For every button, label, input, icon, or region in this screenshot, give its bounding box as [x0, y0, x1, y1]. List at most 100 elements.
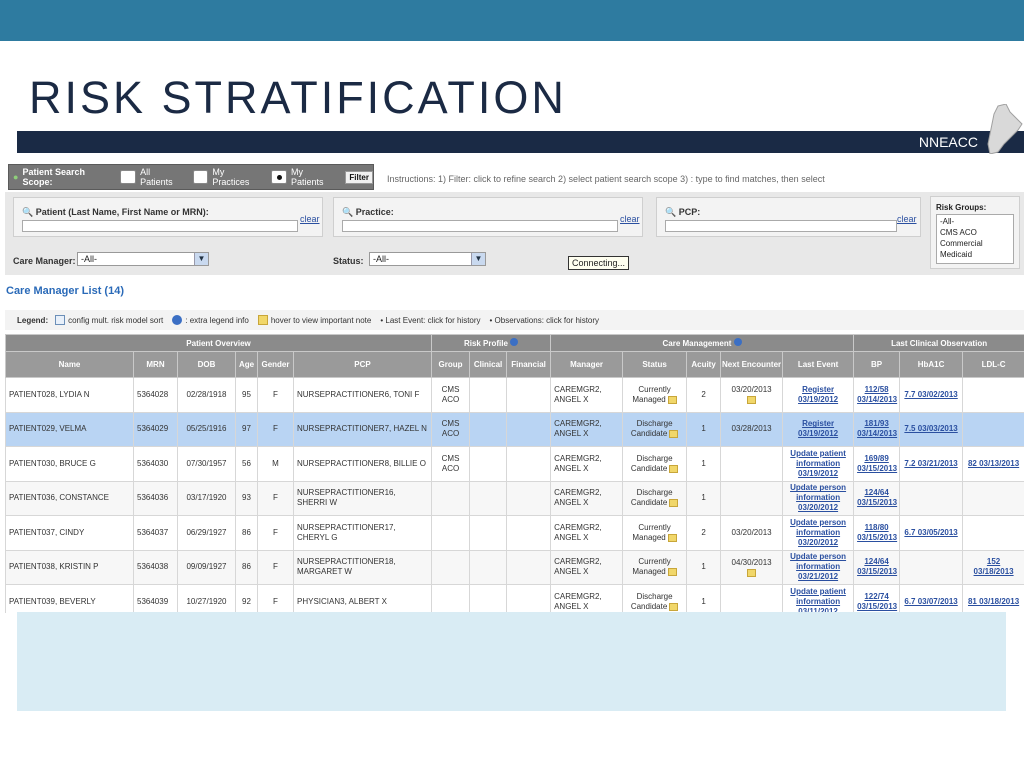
cell-bp-text[interactable]: 124/64 03/15/2013	[857, 488, 897, 507]
cell-event[interactable]: Update patient information 03/11/2012	[782, 584, 855, 613]
cell-bp-text[interactable]: 169/89 03/15/2013	[857, 454, 897, 473]
radio-all-patients[interactable]	[120, 170, 137, 184]
note-icon[interactable]	[669, 464, 679, 473]
status-select[interactable]: -All- ▼	[369, 252, 486, 266]
cell-event-text[interactable]: Register 03/19/2012	[798, 385, 838, 404]
table-row[interactable]: PATIENT037, CINDY 5364037 06/29/1927 86 F NUR…	[5, 515, 1024, 551]
cell-ldl[interactable]: 82 03/13/2013	[962, 446, 1024, 482]
cell-event[interactable]: Update person information 03/21/2012	[782, 549, 855, 585]
column-header[interactable]: Status	[622, 351, 688, 378]
risk-group-option[interactable]: Medicaid	[940, 249, 1010, 260]
pcp-search-input[interactable]	[665, 220, 897, 232]
note-icon[interactable]	[667, 533, 677, 542]
table-row[interactable]: PATIENT029, VELMA 5364029 05/25/1916 97 F NUR…	[5, 411, 1024, 447]
cell-hba1c[interactable]	[899, 480, 964, 516]
column-header[interactable]: Next Encounter	[720, 351, 784, 378]
cell-event-text[interactable]: Update patient information 03/11/2012	[790, 587, 846, 613]
cell-bp[interactable]: 181/93 03/14/2013	[853, 411, 901, 447]
cell-event[interactable]: Register 03/19/2012	[782, 377, 855, 413]
cell-hba1c[interactable]	[899, 549, 964, 585]
cell-ldl-text[interactable]: 152 03/18/2013	[974, 557, 1014, 576]
chevron-down-icon[interactable]: ▼	[194, 253, 208, 265]
note-icon[interactable]	[747, 568, 757, 577]
cell-bp[interactable]: 122/74 03/15/2013	[853, 584, 901, 613]
column-header[interactable]: HbA1C	[899, 351, 964, 378]
risk-group-option[interactable]: Commercial	[940, 238, 1010, 249]
cell-ldl[interactable]	[962, 515, 1024, 551]
cell-event[interactable]: Update patient information 03/19/2012	[782, 446, 855, 482]
cell-event[interactable]: Update person information 03/20/2012	[782, 515, 855, 551]
table-row[interactable]: PATIENT028, LYDIA N 5364028 02/28/1918 95 F N…	[5, 377, 1024, 413]
cell-hba1c-text[interactable]: 7.7 03/02/2013	[904, 390, 957, 399]
cell-bp-text[interactable]: 124/64 03/15/2013	[857, 557, 897, 576]
column-header[interactable]: MRN	[133, 351, 178, 378]
risk-group-option[interactable]: CMS ACO	[940, 227, 1010, 238]
filter-button[interactable]: Filter	[345, 170, 373, 184]
cell-hba1c-text[interactable]: 6.7 03/05/2013	[904, 528, 957, 537]
column-header[interactable]: LDL-C	[962, 351, 1024, 378]
cell-ldl[interactable]: 81 03/18/2013	[962, 584, 1024, 613]
cell-bp-text[interactable]: 181/93 03/14/2013	[857, 419, 897, 438]
cell-bp-text[interactable]: 112/58 03/14/2013	[857, 385, 897, 404]
cell-ldl[interactable]	[962, 411, 1024, 447]
patient-clear-link[interactable]: clear	[300, 214, 320, 224]
note-icon[interactable]	[667, 568, 677, 577]
risk-groups-list[interactable]: -All- CMS ACO Commercial Medicaid	[936, 214, 1014, 264]
cell-hba1c-text[interactable]: 7.2 03/21/2013	[904, 459, 957, 468]
cell-event-text[interactable]: Update person information 03/20/2012	[790, 483, 846, 512]
cell-ldl[interactable]	[962, 377, 1024, 413]
column-header[interactable]: Gender	[257, 351, 294, 378]
cell-ldl-text[interactable]: 82 03/13/2013	[968, 459, 1019, 468]
cell-ldl-text[interactable]: 81 03/18/2013	[968, 597, 1019, 606]
note-icon[interactable]	[667, 395, 677, 404]
cell-event[interactable]: Register 03/19/2012	[782, 411, 855, 447]
column-header[interactable]: Name	[5, 351, 134, 378]
practice-search-input[interactable]	[342, 220, 618, 232]
column-header[interactable]: DOB	[177, 351, 236, 378]
table-row[interactable]: PATIENT030, BRUCE G 5364030 07/30/1957 56 M N…	[5, 446, 1024, 482]
note-icon[interactable]	[669, 499, 679, 508]
column-header[interactable]: Acuity	[686, 351, 722, 378]
note-icon[interactable]	[747, 396, 757, 405]
column-header[interactable]: Manager	[550, 351, 624, 378]
risk-group-option[interactable]: -All-	[940, 216, 1010, 227]
cell-event[interactable]: Update person information 03/20/2012	[782, 480, 855, 516]
note-icon[interactable]	[669, 602, 679, 611]
info-icon[interactable]	[510, 338, 519, 346]
note-icon[interactable]	[669, 430, 679, 439]
column-header[interactable]: BP	[853, 351, 901, 378]
cell-hba1c-text[interactable]: 6.7 03/07/2013	[904, 597, 957, 606]
column-header[interactable]: Age	[235, 351, 258, 378]
table-row[interactable]: PATIENT036, CONSTANCE 5364036 03/17/1920 93…	[5, 480, 1024, 516]
cell-bp[interactable]: 124/64 03/15/2013	[853, 480, 901, 516]
table-row[interactable]: PATIENT038, KRISTIN P 5364038 09/09/1927 86…	[5, 549, 1024, 585]
cell-hba1c[interactable]: 7.5 03/03/2013	[899, 411, 964, 447]
cell-bp[interactable]: 124/64 03/15/2013	[853, 549, 901, 585]
cell-event-text[interactable]: Register 03/19/2012	[798, 419, 838, 438]
care-manager-select[interactable]: -All- ▼	[77, 252, 209, 266]
cell-event-text[interactable]: Update person information 03/21/2012	[790, 552, 846, 581]
cell-bp-text[interactable]: 122/74 03/15/2013	[857, 592, 897, 611]
cell-event-text[interactable]: Update patient information 03/19/2012	[790, 449, 846, 478]
column-header[interactable]: Clinical	[469, 351, 508, 378]
cell-ldl[interactable]: 152 03/18/2013	[962, 549, 1024, 585]
practice-clear-link[interactable]: clear	[620, 214, 640, 224]
cell-hba1c[interactable]: 6.7 03/07/2013	[899, 584, 964, 613]
cell-bp[interactable]: 118/80 03/15/2013	[853, 515, 901, 551]
column-header[interactable]: PCP	[292, 351, 433, 378]
column-header[interactable]: Last Event	[782, 351, 855, 378]
pcp-clear-link[interactable]: clear	[897, 214, 917, 224]
chevron-down-icon[interactable]: ▼	[471, 253, 485, 265]
info-icon[interactable]	[733, 338, 742, 346]
cell-hba1c-text[interactable]: 7.5 03/03/2013	[904, 424, 957, 433]
radio-my-patients[interactable]	[271, 170, 287, 184]
patient-search-input[interactable]	[22, 220, 298, 232]
column-header[interactable]: Financial	[506, 351, 552, 378]
radio-my-practices[interactable]	[192, 170, 209, 184]
cell-hba1c[interactable]: 7.7 03/02/2013	[899, 377, 964, 413]
cell-bp[interactable]: 169/89 03/15/2013	[853, 446, 901, 482]
cell-event-text[interactable]: Update person information 03/20/2012	[790, 518, 846, 547]
table-row[interactable]: PATIENT039, BEVERLY 5364039 10/27/1920 92 F P…	[5, 584, 1024, 613]
column-header[interactable]: Group	[431, 351, 471, 378]
cell-hba1c[interactable]: 6.7 03/05/2013	[899, 515, 964, 551]
